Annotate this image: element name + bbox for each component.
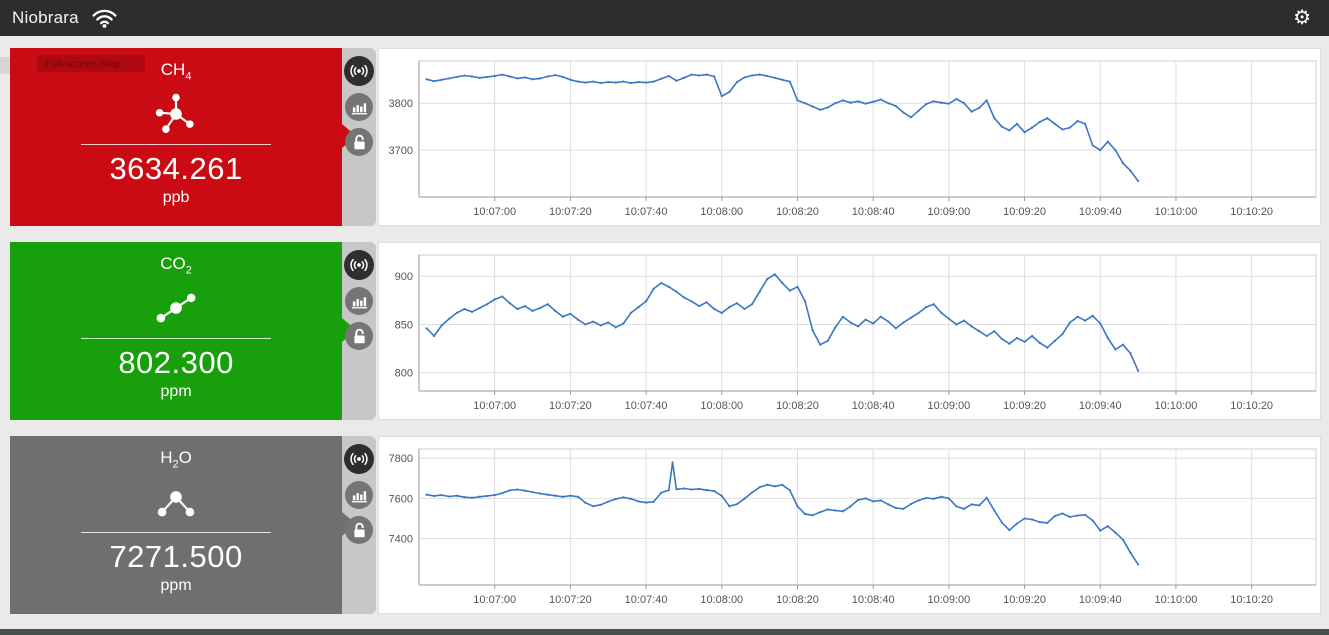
gas-value-h2o: 7271.500: [109, 539, 243, 575]
svg-text:10:07:00: 10:07:00: [473, 400, 516, 412]
gas-value-co2: 802.300: [118, 345, 234, 381]
gas-card-ch4[interactable]: Full-screen Snip CH4 3634.261 ppb: [10, 48, 343, 226]
svg-text:10:10:20: 10:10:20: [1230, 594, 1273, 606]
svg-text:10:09:00: 10:09:00: [927, 400, 970, 412]
svg-text:10:09:40: 10:09:40: [1079, 206, 1122, 218]
svg-text:800: 800: [395, 368, 413, 380]
app-title: Niobrara: [12, 8, 79, 27]
chart-h2o[interactable]: 10:07:00 10:07:20 10:07:40 10:08:00 10:08:20…: [378, 436, 1321, 614]
svg-text:850: 850: [395, 319, 413, 331]
svg-text:10:08:20: 10:08:20: [776, 594, 819, 606]
panel-toolbar-co2: [342, 242, 376, 420]
svg-text:10:09:20: 10:09:20: [1003, 594, 1046, 606]
gas-card-co2[interactable]: CO2 802.300 ppm: [10, 242, 343, 420]
svg-text:10:09:00: 10:09:00: [927, 206, 970, 218]
lock-button[interactable]: [345, 322, 374, 350]
broadcast-button[interactable]: [344, 444, 375, 474]
svg-text:10:08:20: 10:08:20: [776, 206, 819, 218]
svg-text:10:10:00: 10:10:00: [1155, 400, 1198, 412]
svg-text:10:10:20: 10:10:20: [1230, 206, 1273, 218]
chart-button[interactable]: [345, 481, 374, 509]
svg-text:10:09:20: 10:09:20: [1003, 400, 1046, 412]
bar-chart-icon: [351, 490, 367, 502]
bar-chart-icon: [351, 296, 367, 308]
card-divider: [81, 144, 272, 146]
methane-molecule-icon: [152, 88, 200, 140]
broadcast-icon: [350, 452, 368, 466]
settings-button[interactable]: ⚙: [1287, 6, 1317, 30]
chart-button[interactable]: [345, 93, 374, 121]
lock-button[interactable]: [345, 128, 374, 156]
svg-text:10:07:40: 10:07:40: [625, 594, 668, 606]
svg-text:10:08:00: 10:08:00: [700, 400, 743, 412]
svg-text:10:09:40: 10:09:40: [1079, 594, 1122, 606]
gas-unit-co2: ppm: [160, 383, 192, 401]
svg-text:10:08:20: 10:08:20: [776, 400, 819, 412]
svg-text:7800: 7800: [389, 453, 413, 465]
svg-text:7400: 7400: [389, 534, 413, 546]
broadcast-icon: [350, 64, 368, 78]
chart-co2[interactable]: 10:07:00 10:07:20 10:07:40 10:08:00 10:08:20…: [378, 242, 1321, 420]
water-molecule-icon: [152, 476, 200, 528]
broadcast-icon: [350, 258, 368, 272]
card-divider: [81, 532, 272, 534]
gas-formula-h2o: H2O: [160, 448, 192, 471]
snip-overlay: Full-screen Snip: [37, 55, 145, 72]
gas-unit-ch4: ppb: [162, 189, 190, 207]
broadcast-button[interactable]: [344, 56, 375, 86]
svg-text:10:07:00: 10:07:00: [473, 594, 516, 606]
panel-toolbar-h2o: [342, 436, 376, 614]
carbon-dioxide-molecule-icon: [152, 282, 200, 334]
svg-text:7600: 7600: [389, 493, 413, 505]
svg-text:10:10:00: 10:10:00: [1155, 594, 1198, 606]
gas-row-co2: CO2 802.300 ppm 10:07:00 10:07:20 10:07:…: [10, 242, 1321, 420]
lock-button[interactable]: [345, 516, 374, 544]
svg-text:10:09:00: 10:09:00: [927, 594, 970, 606]
gas-row-ch4: Full-screen Snip CH4 3634.261 ppb 10:07:…: [10, 48, 1321, 226]
gas-formula-ch4: CH4: [160, 60, 192, 83]
gas-unit-h2o: ppm: [160, 577, 192, 595]
gas-value-ch4: 3634.261: [109, 151, 243, 187]
top-bar: Niobrara ⚙: [0, 0, 1329, 36]
lock-open-icon: [353, 522, 365, 537]
broadcast-button[interactable]: [344, 250, 375, 280]
bar-chart-icon: [351, 102, 367, 114]
svg-text:10:08:40: 10:08:40: [852, 206, 895, 218]
panel-toolbar-ch4: [342, 48, 376, 226]
svg-text:3700: 3700: [389, 145, 413, 157]
gear-icon: ⚙: [1293, 7, 1311, 29]
svg-text:10:07:00: 10:07:00: [473, 206, 516, 218]
svg-text:10:10:00: 10:10:00: [1155, 206, 1198, 218]
svg-text:10:07:20: 10:07:20: [549, 594, 592, 606]
gas-row-h2o: H2O 7271.500 ppm 10:07:00 10:07:20 10:07…: [10, 436, 1321, 614]
svg-text:10:08:00: 10:08:00: [700, 594, 743, 606]
svg-text:10:09:20: 10:09:20: [1003, 206, 1046, 218]
card-divider: [81, 338, 272, 340]
svg-text:10:08:00: 10:08:00: [700, 206, 743, 218]
lock-open-icon: [353, 328, 365, 343]
svg-text:10:07:20: 10:07:20: [549, 400, 592, 412]
svg-text:10:09:40: 10:09:40: [1079, 400, 1122, 412]
svg-text:10:10:20: 10:10:20: [1230, 400, 1273, 412]
dashboard-rows: Full-screen Snip CH4 3634.261 ppb 10:07:…: [0, 48, 1329, 630]
svg-text:10:08:40: 10:08:40: [852, 400, 895, 412]
chart-button[interactable]: [345, 287, 374, 315]
bottom-edge-bar: [0, 629, 1329, 635]
svg-text:10:07:40: 10:07:40: [625, 206, 668, 218]
svg-text:10:07:40: 10:07:40: [625, 400, 668, 412]
gas-formula-co2: CO2: [160, 254, 192, 277]
svg-text:3800: 3800: [389, 98, 413, 110]
gas-card-h2o[interactable]: H2O 7271.500 ppm: [10, 436, 343, 614]
wifi-icon: [91, 8, 118, 28]
svg-text:10:07:20: 10:07:20: [549, 206, 592, 218]
svg-text:10:08:40: 10:08:40: [852, 594, 895, 606]
lock-open-icon: [353, 134, 365, 149]
chart-ch4[interactable]: 10:07:00 10:07:20 10:07:40 10:08:00 10:08:20…: [378, 48, 1321, 226]
svg-text:900: 900: [395, 271, 413, 283]
